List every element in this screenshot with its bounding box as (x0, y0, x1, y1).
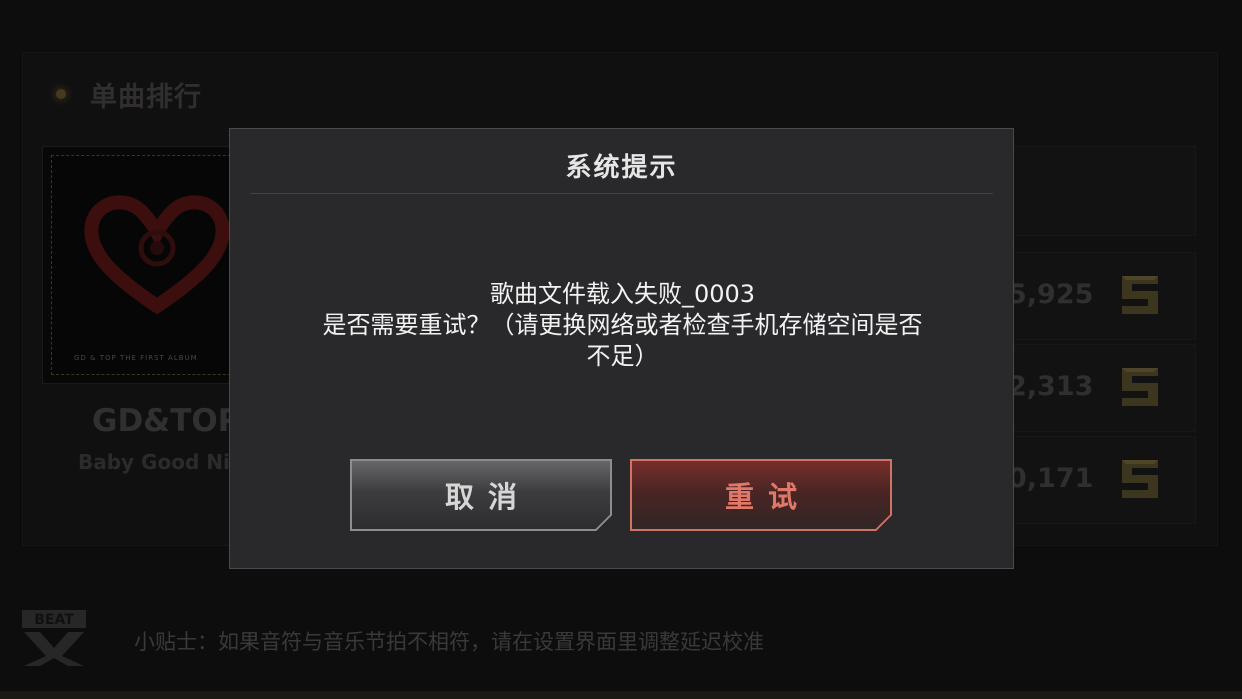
dialog-message-line: 是否需要重试？（请更换网络或者检查手机存储空间是否 (322, 311, 923, 339)
dialog-message-line: 不足） (586, 342, 659, 370)
cancel-button[interactable]: 取消 (350, 459, 612, 531)
dialog-divider (250, 193, 993, 194)
cancel-button-label: 取消 (444, 480, 531, 514)
corner-notch-icon (595, 514, 612, 531)
retry-button[interactable]: 重试 (630, 459, 892, 531)
system-dialog: 系统提示 歌曲文件载入失败_0003 是否需要重试？（请更换网络或者检查手机存储… (229, 128, 1014, 569)
dialog-message: 歌曲文件载入失败_0003 是否需要重试？（请更换网络或者检查手机存储空间是否 … (284, 279, 961, 372)
retry-button-label: 重试 (724, 480, 811, 514)
dialog-message-line: 歌曲文件载入失败_0003 (489, 280, 756, 308)
dialog-title: 系统提示 (565, 153, 678, 183)
corner-notch-icon (875, 514, 892, 531)
